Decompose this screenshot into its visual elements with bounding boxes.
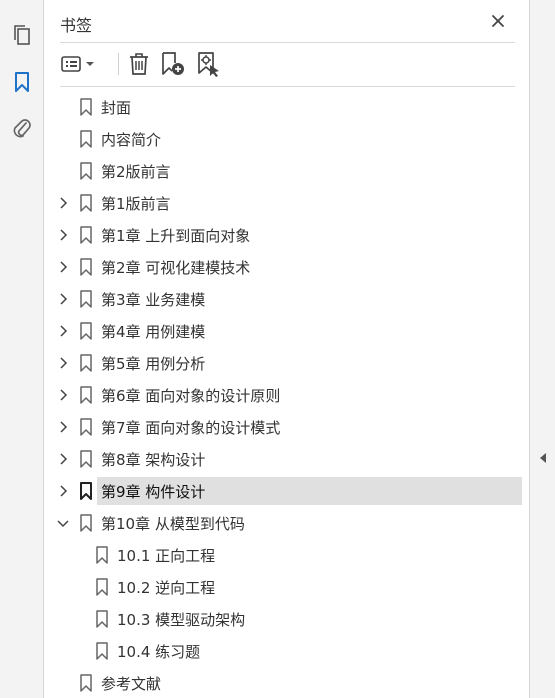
bookmark-row[interactable]: 第2版前言 (45, 157, 529, 185)
bookmark-label: 10.3 模型驱动架构 (117, 610, 246, 629)
bookmark-label: 第1章 上升到面向对象 (101, 226, 251, 245)
bookmark-row[interactable]: 第1版前言 (45, 189, 529, 217)
pages-icon[interactable] (9, 22, 35, 48)
bookmark-row[interactable]: 10.3 模型驱动架构 (45, 605, 529, 633)
bookmark-icon (79, 482, 93, 500)
chevron-right-icon[interactable] (57, 484, 69, 498)
bookmark-icon (79, 322, 93, 340)
bookmark-icon (79, 194, 93, 212)
bookmark-row[interactable]: 参考文献 (45, 669, 529, 697)
chevron-right-icon[interactable] (57, 452, 69, 466)
bookmark-row[interactable]: 封面 (45, 93, 529, 121)
bookmark-label: 第6章 面向对象的设计原则 (101, 386, 281, 405)
bookmark-icon (79, 418, 93, 436)
collapse-arrow-icon[interactable] (538, 452, 548, 464)
bookmark-label: 内容简介 (101, 130, 162, 149)
bookmark-icon (79, 98, 93, 116)
chevron-right-icon[interactable] (57, 356, 69, 370)
bookmark-icon (79, 226, 93, 244)
bookmark-label: 第4章 用例建模 (101, 322, 206, 341)
bookmark-row[interactable]: 第7章 面向对象的设计模式 (45, 413, 529, 441)
chevron-right-icon[interactable] (57, 196, 69, 210)
bookmark-row[interactable]: 第10章 从模型到代码 (45, 509, 529, 537)
chevron-right-icon[interactable] (57, 324, 69, 338)
bookmark-label: 第2版前言 (101, 162, 171, 181)
bookmark-icon (79, 674, 93, 692)
bookmark-label: 封面 (101, 98, 132, 117)
bookmarks-panel: 书签 封面 内容简介 第2版前言 第1版前言 第1章 上升到面向对象 第2章 可… (45, 0, 529, 698)
bookmark-label: 10.1 正向工程 (117, 546, 216, 565)
new-bookmark-from-structure-icon[interactable] (194, 51, 222, 77)
chevron-right-icon[interactable] (57, 292, 69, 306)
bookmark-row[interactable]: 第4章 用例建模 (45, 317, 529, 345)
new-bookmark-icon[interactable] (159, 51, 187, 77)
bookmark-icon (79, 386, 93, 404)
bookmarks-icon[interactable] (9, 69, 35, 95)
bookmarks-toolbar (60, 43, 515, 87)
panel-splitter[interactable] (529, 0, 555, 698)
bookmark-row[interactable]: 第8章 架构设计 (45, 445, 529, 473)
bookmark-icon (79, 130, 93, 148)
bookmark-label: 10.4 练习题 (117, 642, 201, 661)
bookmark-row[interactable]: 10.2 逆向工程 (45, 573, 529, 601)
options-menu-button[interactable] (60, 51, 98, 77)
toolbar-divider (118, 53, 119, 75)
chevron-down-icon[interactable] (57, 516, 69, 530)
panel-title: 书签 (60, 16, 93, 35)
bookmark-row[interactable]: 第1章 上升到面向对象 (45, 221, 529, 249)
bookmark-icon (79, 290, 93, 308)
bookmark-row[interactable]: 第3章 业务建模 (45, 285, 529, 313)
bookmark-row[interactable]: 第2章 可视化建模技术 (45, 253, 529, 281)
bookmark-icon (79, 258, 93, 276)
bookmark-label: 第10章 从模型到代码 (101, 514, 245, 533)
bookmark-row[interactable]: 内容简介 (45, 125, 529, 153)
bookmark-label: 10.2 逆向工程 (117, 578, 216, 597)
bookmark-row[interactable]: 第6章 面向对象的设计原则 (45, 381, 529, 409)
chevron-right-icon[interactable] (57, 388, 69, 402)
bookmark-icon (95, 578, 109, 596)
delete-icon[interactable] (126, 51, 152, 77)
bookmark-label: 第5章 用例分析 (101, 354, 206, 373)
bookmark-icon (95, 546, 109, 564)
bookmark-row[interactable]: 10.4 练习题 (45, 637, 529, 665)
bookmark-icon (79, 450, 93, 468)
navigation-rail (0, 0, 44, 698)
bookmark-icon (95, 610, 109, 628)
bookmark-icon (79, 162, 93, 180)
bookmark-row[interactable]: 第5章 用例分析 (45, 349, 529, 377)
bookmark-icon (95, 642, 109, 660)
bookmark-label: 第9章 构件设计 (101, 482, 206, 501)
bookmark-icon (79, 514, 93, 532)
chevron-right-icon[interactable] (57, 420, 69, 434)
close-icon[interactable] (487, 10, 509, 32)
attachments-icon[interactable] (9, 115, 35, 141)
options-menu-icon (61, 56, 94, 72)
bookmark-label: 第1版前言 (101, 194, 171, 213)
bookmark-row[interactable]: 第9章 构件设计 (45, 477, 529, 505)
chevron-right-icon[interactable] (57, 260, 69, 274)
bookmark-label: 第8章 架构设计 (101, 450, 206, 469)
bookmark-label: 第7章 面向对象的设计模式 (101, 418, 281, 437)
panel-header: 书签 (60, 10, 515, 43)
bookmark-icon (79, 354, 93, 372)
bookmark-row[interactable]: 10.1 正向工程 (45, 541, 529, 569)
bookmark-label: 参考文献 (101, 674, 162, 693)
chevron-right-icon[interactable] (57, 228, 69, 242)
bookmark-label: 第2章 可视化建模技术 (101, 258, 251, 277)
bookmark-label: 第3章 业务建模 (101, 290, 206, 309)
